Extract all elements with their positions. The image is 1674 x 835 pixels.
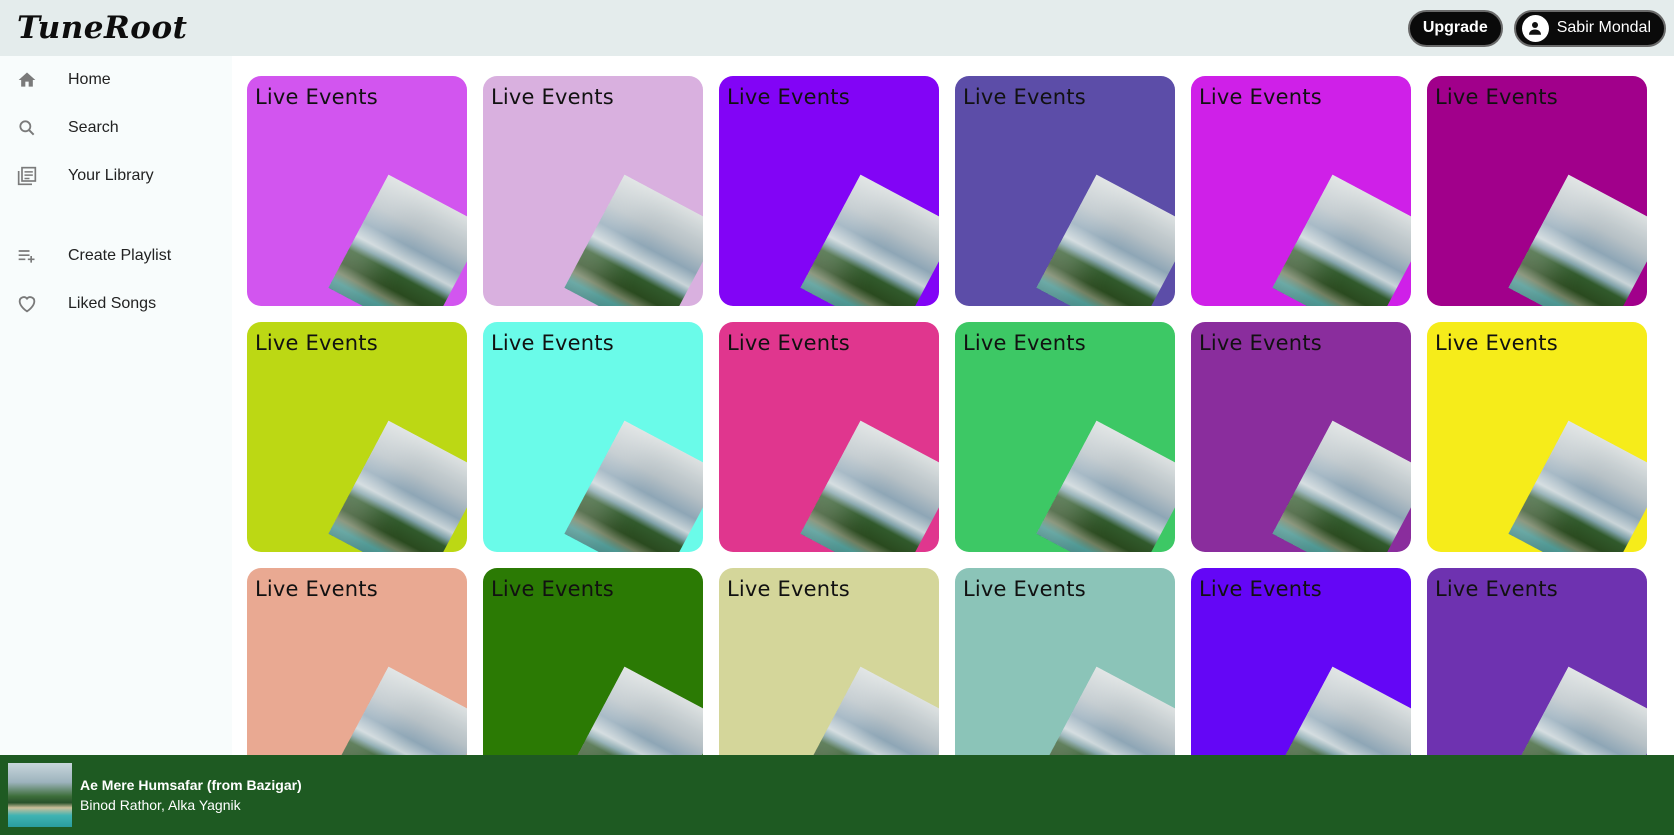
playlist-add-icon	[16, 245, 38, 267]
card-image	[564, 666, 703, 755]
category-card[interactable]: Live Events	[1191, 322, 1411, 552]
sidebar-item-liked-songs[interactable]: Liked Songs	[16, 289, 216, 319]
card-image	[1272, 666, 1411, 755]
card-title: Live Events	[1199, 85, 1322, 109]
sidebar-item-label: Your Library	[68, 167, 154, 184]
sidebar-item-label: Search	[68, 119, 119, 136]
category-card[interactable]: Live Events	[1427, 76, 1647, 306]
card-title: Live Events	[491, 577, 614, 601]
top-header: TuneRoot Upgrade Sabir Mondal	[0, 0, 1674, 56]
card-image	[1036, 666, 1175, 755]
card-image	[1508, 666, 1647, 755]
library-icon	[16, 165, 38, 187]
search-icon	[16, 117, 38, 139]
sidebar: Home Search Your Library Create Playlist…	[0, 56, 232, 755]
card-title: Live Events	[1435, 85, 1558, 109]
category-card[interactable]: Live Events	[1191, 568, 1411, 755]
category-card[interactable]: Live Events	[247, 322, 467, 552]
category-card[interactable]: Live Events	[483, 322, 703, 552]
card-image	[800, 420, 939, 552]
user-icon	[1521, 14, 1549, 42]
header-actions: Upgrade Sabir Mondal	[1407, 9, 1666, 47]
category-card[interactable]: Live Events	[719, 322, 939, 552]
sidebar-item-label: Home	[68, 71, 111, 88]
card-title: Live Events	[1435, 331, 1558, 355]
card-image	[328, 666, 467, 755]
sidebar-item-label: Create Playlist	[68, 247, 172, 264]
upgrade-button[interactable]: Upgrade	[1407, 9, 1503, 47]
track-title[interactable]: Ae Mere Humsafar (from Bazigar)	[80, 777, 302, 793]
album-art[interactable]	[8, 763, 72, 827]
card-image	[1036, 174, 1175, 306]
category-card[interactable]: Live Events	[955, 76, 1175, 306]
card-title: Live Events	[963, 577, 1086, 601]
user-name: Sabir Mondal	[1556, 19, 1651, 36]
category-card[interactable]: Live Events	[483, 568, 703, 755]
sidebar-item-search[interactable]: Search	[16, 113, 216, 143]
card-image	[328, 174, 467, 306]
card-image	[1508, 174, 1647, 306]
card-title: Live Events	[727, 331, 850, 355]
card-image	[1508, 420, 1647, 552]
card-title: Live Events	[727, 85, 850, 109]
sidebar-item-home[interactable]: Home	[16, 65, 216, 95]
category-card[interactable]: Live Events	[955, 322, 1175, 552]
card-image	[800, 174, 939, 306]
category-card[interactable]: Live Events	[247, 568, 467, 755]
card-title: Live Events	[963, 331, 1086, 355]
now-playing-bar: Ae Mere Humsafar (from Bazigar) Binod Ra…	[0, 755, 1674, 835]
card-image	[800, 666, 939, 755]
card-image	[1272, 420, 1411, 552]
track-info: Ae Mere Humsafar (from Bazigar) Binod Ra…	[80, 777, 302, 813]
category-card[interactable]: Live Events	[719, 76, 939, 306]
category-card[interactable]: Live Events	[719, 568, 939, 755]
card-title: Live Events	[1199, 331, 1322, 355]
card-image	[564, 420, 703, 552]
card-title: Live Events	[255, 577, 378, 601]
category-card[interactable]: Live Events	[483, 76, 703, 306]
sidebar-item-label: Liked Songs	[68, 295, 157, 312]
track-artists[interactable]: Binod Rathor, Alka Yagnik	[80, 797, 302, 813]
card-title: Live Events	[727, 577, 850, 601]
card-image	[564, 174, 703, 306]
card-title: Live Events	[255, 331, 378, 355]
category-card[interactable]: Live Events	[1427, 568, 1647, 755]
category-card[interactable]: Live Events	[1427, 322, 1647, 552]
category-card[interactable]: Live Events	[1191, 76, 1411, 306]
card-title: Live Events	[255, 85, 378, 109]
app-logo[interactable]: TuneRoot	[17, 10, 187, 46]
category-card[interactable]: Live Events	[247, 76, 467, 306]
sidebar-item-create-playlist[interactable]: Create Playlist	[16, 241, 216, 271]
card-title: Live Events	[1435, 577, 1558, 601]
card-image	[1272, 174, 1411, 306]
heart-icon	[16, 293, 38, 315]
card-image	[328, 420, 467, 552]
home-icon	[16, 69, 38, 91]
category-card[interactable]: Live Events	[955, 568, 1175, 755]
user-menu-button[interactable]: Sabir Mondal	[1513, 9, 1666, 47]
sidebar-item-library[interactable]: Your Library	[16, 161, 216, 191]
card-title: Live Events	[1199, 577, 1322, 601]
card-grid: Live Events Live Events Live Events Live…	[232, 0, 1674, 755]
card-title: Live Events	[491, 331, 614, 355]
card-title: Live Events	[963, 85, 1086, 109]
card-title: Live Events	[491, 85, 614, 109]
card-image	[1036, 420, 1175, 552]
